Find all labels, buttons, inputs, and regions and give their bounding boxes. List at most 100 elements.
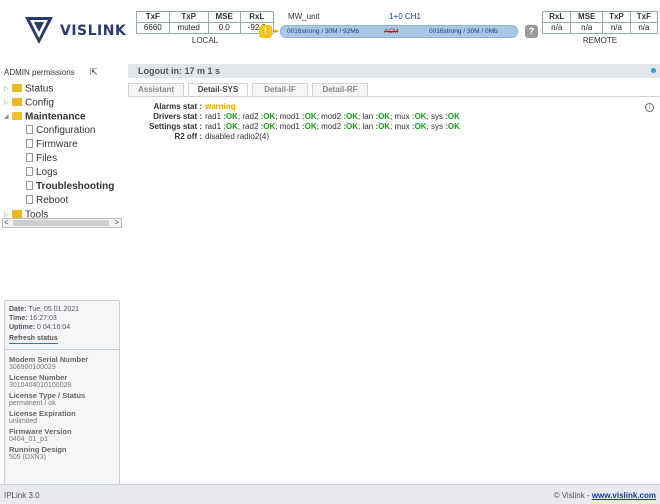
copyright-text: © Vislink - bbox=[553, 491, 590, 500]
tree-item-firmware[interactable]: Firmware bbox=[4, 138, 124, 152]
remote-caption: REMOTE bbox=[582, 36, 618, 45]
tree-label: Maintenance bbox=[25, 111, 86, 123]
ok-badge: :OK bbox=[343, 112, 359, 121]
ok-badge: :OK bbox=[375, 112, 391, 121]
warning-badge-icon[interactable]: ! bbox=[259, 25, 272, 38]
tree-item-troubleshooting[interactable]: Troubleshooting bbox=[4, 180, 124, 194]
settings-stat-value: rad1 :OK; rad2 :OK; mod1 :OK; mod2 :OK; … bbox=[205, 122, 460, 131]
remote-header-rxl: RxL bbox=[541, 11, 572, 23]
scroll-thumb[interactable] bbox=[13, 220, 109, 226]
alarms-stat-label: Alarms stat : bbox=[153, 102, 202, 111]
folder-icon bbox=[12, 84, 22, 92]
tree-item-maintenance[interactable]: ◢ Maintenance bbox=[4, 110, 124, 124]
ok-badge: :OK bbox=[260, 122, 276, 131]
driver-item: sys bbox=[431, 112, 444, 121]
logout-icon[interactable]: ⇱ bbox=[90, 67, 100, 77]
vislink-logo: VISLINK bbox=[24, 14, 134, 48]
page-icon bbox=[26, 124, 33, 134]
local-header-rxl: RxL bbox=[239, 11, 275, 23]
ok-badge: :OK bbox=[445, 122, 460, 131]
main-panel: Logout in: 17 m 1 s Assistant Detail-SYS… bbox=[128, 60, 660, 484]
link-remote-profile: 0016strong / 30M / 0Mb bbox=[429, 28, 498, 35]
license-value: 3010404010100029 bbox=[9, 382, 72, 389]
tree-item-status[interactable]: ▷ Status bbox=[4, 82, 124, 96]
uptime-value: 0 04:16:04 bbox=[37, 324, 71, 331]
drivers-stat-value: rad1 :OK; rad2 :OK; mod1 :OK; mod2 :OK; … bbox=[205, 112, 460, 121]
remote-value-txp: n/a bbox=[602, 22, 631, 34]
scroll-right-icon[interactable]: > bbox=[114, 218, 119, 227]
tree-label: Config bbox=[25, 97, 54, 109]
r2-off-value: disabled radio2(4) bbox=[205, 132, 270, 141]
remote-value-txf: n/a bbox=[629, 22, 659, 34]
tab-detail-rf[interactable]: Detail-RF bbox=[312, 83, 368, 96]
firmware-version-value: 0404_01_p1 bbox=[9, 436, 48, 443]
vislink-logo-icon bbox=[25, 17, 53, 44]
scroll-left-icon[interactable]: < bbox=[4, 218, 9, 227]
driver-item: rad1 bbox=[205, 112, 222, 121]
date-label: Date: bbox=[9, 306, 27, 313]
page-icon bbox=[26, 138, 33, 148]
ok-badge: :OK bbox=[302, 112, 317, 121]
expand-arrow-icon[interactable]: ▷ bbox=[4, 96, 12, 110]
tree-label: Reboot bbox=[36, 195, 69, 206]
horizontal-scrollbar[interactable]: < > bbox=[2, 218, 122, 228]
footer-version: IPLink 3.0 bbox=[4, 491, 40, 500]
time-row: Time: 16:27:03 bbox=[9, 314, 115, 323]
tree-item-configuration[interactable]: Configuration bbox=[4, 124, 124, 138]
ok-badge: :OK bbox=[411, 112, 427, 121]
brand-name: VISLINK bbox=[60, 23, 127, 39]
setting-item: rad1 bbox=[205, 122, 222, 131]
logout-timer-bar: Logout in: 17 m 1 s bbox=[128, 64, 660, 78]
refresh-status-button[interactable]: Refresh status bbox=[9, 334, 58, 344]
license-type-value: permanent / ok bbox=[9, 400, 56, 407]
logout-timer-text: Logout in: 17 m 1 s bbox=[138, 66, 221, 76]
r2-off-label: R2 off : bbox=[174, 132, 202, 141]
help-badge-icon[interactable]: ? bbox=[525, 25, 538, 38]
license-expiration-value: unlimited bbox=[9, 418, 38, 425]
page-icon bbox=[26, 166, 33, 176]
serial-label: Modem Serial Number bbox=[9, 355, 89, 364]
ok-badge: :OK bbox=[375, 122, 391, 131]
ok-badge: :OK bbox=[223, 112, 238, 121]
link-local-profile: 0016strong / 30M / 92Mb bbox=[287, 28, 360, 35]
driver-item: mux bbox=[394, 112, 410, 121]
vislink-website-link[interactable]: www.vislink.com bbox=[592, 491, 656, 500]
info-icon[interactable]: i bbox=[645, 103, 654, 112]
tab-detail-sys[interactable]: Detail-SYS bbox=[188, 83, 248, 96]
tab-detail-if[interactable]: Detail-IF bbox=[252, 83, 308, 96]
time-label: Time: bbox=[9, 315, 28, 322]
ok-badge: :OK bbox=[445, 112, 460, 121]
folder-icon bbox=[12, 98, 22, 106]
tree-item-config[interactable]: ▷ Config bbox=[4, 96, 124, 110]
page-icon bbox=[26, 194, 33, 204]
detail-sys-content: i Alarms stat : warning Drivers stat : r… bbox=[128, 96, 660, 484]
setting-item: lan bbox=[362, 122, 374, 131]
tree-item-reboot[interactable]: Reboot bbox=[4, 194, 124, 208]
expand-arrow-icon[interactable]: ▷ bbox=[4, 82, 12, 96]
footer: IPLink 3.0 © Vislink - www.vislink.com bbox=[0, 484, 660, 504]
remote-value-rxl: n/a bbox=[541, 22, 572, 34]
page-icon bbox=[26, 180, 33, 190]
uptime-row: Uptime: 0 04:16:04 bbox=[9, 323, 115, 332]
tree-item-logs[interactable]: Logs bbox=[4, 166, 124, 180]
tree-item-files[interactable]: Files bbox=[4, 152, 124, 166]
setting-item: mod2 bbox=[321, 122, 342, 131]
running-design-value: 505 (DXN3) bbox=[9, 454, 46, 461]
header: VISLINK TxF TxP MSE RxL 6660 muted 0.0 -… bbox=[0, 0, 660, 60]
running-design-label: Running Design bbox=[9, 445, 67, 454]
local-header-txf: TxF bbox=[136, 11, 170, 23]
tab-assistant[interactable]: Assistant bbox=[128, 83, 184, 96]
permissions-row: ADMIN permissions ⇱ bbox=[4, 67, 122, 80]
serial-value: 306900100029 bbox=[9, 364, 56, 371]
folder-open-icon bbox=[12, 112, 22, 120]
firmware-version-label: Firmware Version bbox=[9, 427, 72, 436]
permissions-label: ADMIN permissions bbox=[4, 68, 75, 77]
setting-item: sys bbox=[431, 122, 444, 131]
link-arrow-icon: ◂▸ bbox=[272, 28, 280, 35]
ok-badge: :OK bbox=[411, 122, 427, 131]
local-header-txp: TxP bbox=[168, 11, 209, 23]
link-status-bar[interactable]: 0016strong / 30M / 92Mb ACM 0016strong /… bbox=[280, 25, 518, 38]
collapse-arrow-icon[interactable]: ◢ bbox=[4, 110, 12, 124]
link-unit-label: MW_unit bbox=[288, 12, 320, 21]
tree-label: Logs bbox=[36, 167, 58, 178]
